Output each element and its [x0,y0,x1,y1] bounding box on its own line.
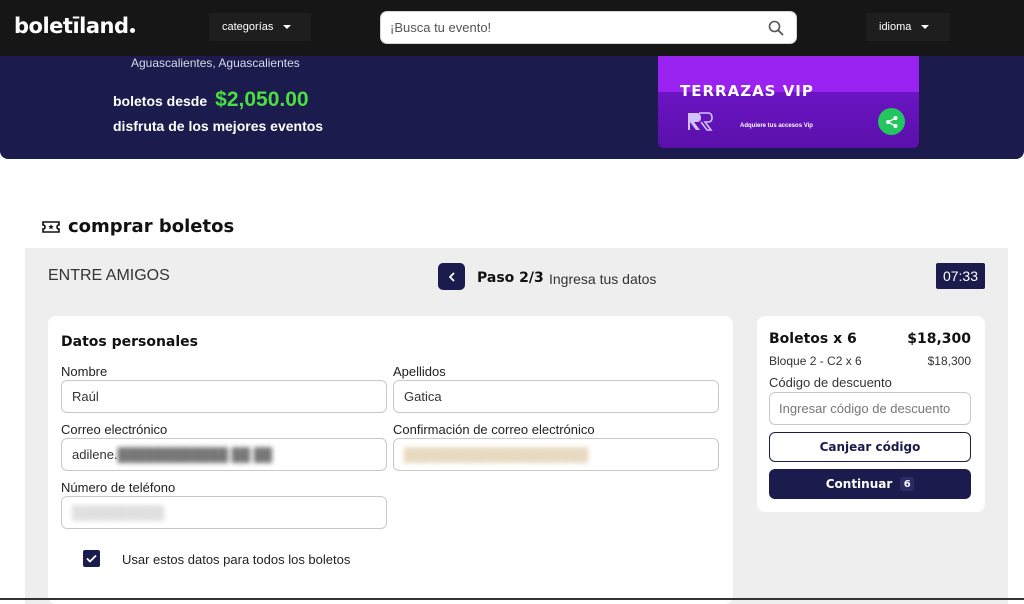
step-indicator: Paso 2/3 [477,270,544,286]
continue-button[interactable]: Continuar 6 [769,469,971,499]
categories-dropdown[interactable]: categorías [209,13,311,41]
step-description: Ingresa tus datos [549,271,657,287]
phone-label: Número de teléfono [61,480,176,495]
top-nav: boletīland categorías idioma [0,0,1024,56]
event-banner: TERRAZAS VIP Adquiere tus accesos Vip [658,56,919,148]
email-confirm-input[interactable]: ████████████████████ [393,438,719,471]
form-title: Datos personales [61,334,198,350]
logo-text: boletīland [14,14,129,38]
logo[interactable]: boletīland [14,14,135,38]
search-box [380,11,797,44]
last-name-input[interactable] [393,380,719,413]
chevron-down-icon [921,25,930,29]
tickets-from-label: boletos desde [113,93,208,109]
categories-label: categorías [222,21,274,33]
tickets-from: boletos desde $2,050.00 [113,88,309,112]
search-icon[interactable] [768,20,784,36]
ticket-icon [42,220,60,233]
countdown-timer: 07:33 [936,263,985,289]
personal-data-form: Datos personales Nombre Apellidos Correo… [48,316,733,604]
summary-line-item: Bloque 2 - C2 x 6 [769,354,862,368]
purchase-panel: ENTRE AMIGOS Paso 2/3 Ingresa tus datos … [25,248,1008,604]
event-hero: Aguascalientes, Aguascalientes boletos d… [0,56,1024,159]
banner-subtitle: Adquiere tus accesos Vip [740,123,813,129]
tickets-from-price: $2,050.00 [215,88,309,111]
email-redacted: ████████████ ██ ██ [117,447,273,462]
banner-logo-icon [688,112,713,131]
search-input[interactable] [381,12,751,43]
share-icon [885,115,897,128]
logo-dot [129,28,135,33]
email-confirm-redacted: ████████████████████ [404,447,589,462]
summary-title: Boletos x 6 [769,331,857,347]
summary-line-value: $18,300 [927,354,971,368]
chevron-down-icon [283,25,292,29]
bottom-border [0,598,1024,600]
ticket-count-badge: 6 [900,477,915,491]
email-label: Correo electrónico [61,422,168,437]
banner-title: TERRAZAS VIP [680,82,814,100]
use-for-all-label: Usar estos datos para todos los boletos [122,552,351,567]
phone-redacted: ██████████ [72,505,165,520]
hero-tagline: disfruta de los mejores eventos [113,118,324,134]
first-name-input[interactable] [61,380,387,413]
discount-code-input[interactable] [769,392,971,425]
section-heading: comprar boletos [42,216,234,237]
language-dropdown[interactable]: idioma [866,13,950,41]
email-value: adilene. [72,447,118,462]
event-location: Aguascalientes, Aguascalientes [131,56,300,70]
last-name-label: Apellidos [393,364,446,379]
chevron-left-icon [448,272,454,281]
back-button[interactable] [438,263,465,290]
order-summary: Boletos x 6 $18,300 Bloque 2 - C2 x 6 $1… [757,316,985,512]
first-name-label: Nombre [61,364,108,379]
email-confirm-label: Confirmación de correo electrónico [393,422,595,437]
section-title: comprar boletos [68,216,235,237]
use-for-all-checkbox[interactable] [83,550,100,567]
check-icon [86,554,97,563]
continue-label: Continuar [825,477,893,491]
share-button[interactable] [878,108,905,135]
email-input[interactable]: adilene. ████████████ ██ ██ [61,438,387,471]
discount-label: Código de descuento [769,375,892,390]
event-name: ENTRE AMIGOS [48,267,170,284]
summary-total: $18,300 [907,331,971,347]
phone-input[interactable]: ██████████ [61,496,387,529]
language-label: idioma [879,21,912,33]
redeem-code-button[interactable]: Canjear código [769,432,971,462]
